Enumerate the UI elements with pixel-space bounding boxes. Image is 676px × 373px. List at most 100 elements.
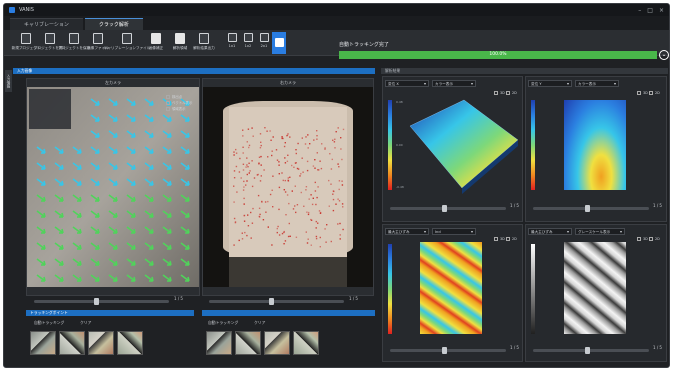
result-2-heatmap[interactable]	[564, 100, 626, 190]
crack-mark	[267, 156, 269, 158]
result-4-heatmap[interactable]	[564, 242, 626, 334]
crack-mark	[331, 158, 333, 161]
result-3-frame-knob[interactable]	[442, 347, 447, 354]
maximize-icon[interactable]: □	[647, 7, 653, 14]
overlay-check-area[interactable]: 領域表示	[166, 106, 186, 111]
layout-1x2-icon	[243, 32, 253, 42]
image-file-button[interactable]: 画像ファイル	[86, 31, 110, 55]
right-frame-slider[interactable]	[209, 298, 344, 305]
crack-mark	[248, 146, 250, 149]
result-2-3d-toggle[interactable]: 3D	[637, 91, 648, 95]
crack-mark	[295, 149, 297, 151]
crack-mark	[305, 231, 307, 233]
crack-mark	[314, 167, 316, 169]
thumbnail-3[interactable]	[88, 331, 114, 355]
crack-mark	[306, 169, 309, 172]
result-1-quantity-select[interactable]: 変位 X	[385, 80, 429, 87]
result-2-quantity-select[interactable]: 変位 Y	[528, 80, 572, 87]
layout-2x2-button[interactable]	[272, 31, 286, 54]
sidebar-tab-input-info[interactable]: 入力情報	[5, 70, 12, 92]
layout-1x1-button[interactable]: 1x1	[224, 31, 240, 55]
result-2-frame-knob[interactable]	[585, 205, 590, 212]
right-camera-image[interactable]	[203, 87, 373, 287]
crack-mark	[332, 198, 335, 201]
tab-calibration[interactable]: キャリブレーション	[10, 18, 83, 30]
result-1-3d-surface[interactable]	[404, 96, 522, 196]
thumbnail-5[interactable]	[206, 331, 232, 355]
crack-mark	[315, 203, 317, 206]
crack-mark	[261, 201, 263, 203]
result-1-display-select[interactable]: カラー表示	[432, 80, 476, 87]
thumbnail-4[interactable]	[117, 331, 143, 355]
result-3-2d-toggle[interactable]: 2D	[506, 237, 517, 241]
save-project-button[interactable]: プロジェクトを保存	[58, 31, 90, 55]
crack-mark	[283, 230, 285, 233]
overlay-check-vectors[interactable]: ベクトル表示	[166, 100, 192, 105]
crack-mark	[340, 137, 342, 139]
thumbnail-6[interactable]	[235, 331, 261, 355]
crack-mark	[281, 137, 283, 140]
right-frame-slider-knob[interactable]	[269, 298, 274, 305]
window-controls: – □ ×	[638, 7, 664, 14]
crack-mark	[284, 157, 286, 159]
thumbnail-1[interactable]	[30, 331, 56, 355]
result-3-3d-toggle[interactable]: 3D	[494, 237, 505, 241]
result-3-heatmap[interactable]	[420, 242, 482, 334]
left-frame-slider[interactable]	[34, 298, 169, 305]
result-1-frame-knob[interactable]	[442, 205, 447, 212]
result-3-display-select[interactable]: Ind	[432, 228, 476, 235]
layout-1x2-button[interactable]: 1x2	[240, 31, 256, 55]
progress-bar: 100.0% ⌄	[339, 50, 669, 60]
crack-mark	[271, 150, 273, 152]
crack-mark	[235, 165, 238, 168]
result-4-quantity-select[interactable]: 最大主ひずみ	[528, 228, 572, 235]
crack-mark	[342, 206, 344, 208]
result-4-frame-knob[interactable]	[585, 347, 590, 354]
clear-button-right[interactable]: クリア	[254, 320, 265, 326]
crack-mark	[272, 136, 274, 138]
analysis-area-button[interactable]: 解析領域	[168, 31, 192, 55]
crack-mark	[233, 185, 235, 187]
result-1-2d-toggle[interactable]: 2D	[506, 91, 517, 95]
result-2-display-select[interactable]: カラー表示	[575, 80, 619, 87]
crack-mark	[243, 220, 246, 222]
result-1-frame-slider[interactable]	[390, 205, 506, 212]
thumbnail-2[interactable]	[59, 331, 85, 355]
crack-mark	[316, 130, 318, 132]
crack-mark	[245, 166, 247, 168]
result-3-frame-slider[interactable]	[390, 347, 506, 354]
crack-mark	[306, 211, 308, 213]
progress-status-icon[interactable]: ⌄	[659, 50, 669, 60]
crack-mark	[276, 231, 278, 234]
crack-mark	[246, 234, 248, 237]
minimize-icon[interactable]: –	[638, 7, 641, 14]
result-4-frame-slider[interactable]	[533, 347, 649, 354]
close-icon[interactable]: ×	[659, 7, 664, 14]
open-project-button[interactable]: プロジェクトを開く	[34, 31, 66, 55]
export-results-button[interactable]: 解析結果出力	[192, 31, 216, 55]
new-project-button[interactable]: 新規プロジェクト	[12, 31, 40, 55]
result-2-2d-toggle[interactable]: 2D	[649, 91, 660, 95]
result-3-quantity-select[interactable]: 最大主ひずみ	[385, 228, 429, 235]
crack-mark	[295, 236, 298, 238]
result-4-display-select[interactable]: グレースケール表示	[575, 228, 625, 235]
crack-mark	[272, 206, 274, 208]
result-2-frame-counter: 1 / 5	[653, 203, 662, 208]
calibration-file-button[interactable]: キャリブレーションファイル	[104, 31, 150, 55]
result-1-3d-toggle[interactable]: 3D	[494, 91, 505, 95]
result-2-frame-slider[interactable]	[533, 205, 649, 212]
tab-crack-analysis[interactable]: クラック解析	[84, 18, 143, 30]
clear-button-left[interactable]: クリア	[80, 320, 91, 326]
left-frame-slider-knob[interactable]	[94, 298, 99, 305]
left-camera-image[interactable]	[27, 87, 199, 287]
overlay-check-points[interactable]: 検出点	[166, 94, 182, 99]
crack-mark	[328, 205, 330, 207]
thumbnail-7[interactable]	[264, 331, 290, 355]
image-correct-button[interactable]: 画像補正	[144, 31, 168, 55]
result-4-2d-toggle[interactable]: 2D	[649, 237, 660, 241]
layout-2x1-button[interactable]: 2x1	[256, 31, 272, 55]
crack-mark	[297, 142, 299, 145]
thumbnail-8[interactable]	[293, 331, 319, 355]
crack-mark	[242, 169, 245, 171]
result-4-3d-toggle[interactable]: 3D	[637, 237, 648, 241]
